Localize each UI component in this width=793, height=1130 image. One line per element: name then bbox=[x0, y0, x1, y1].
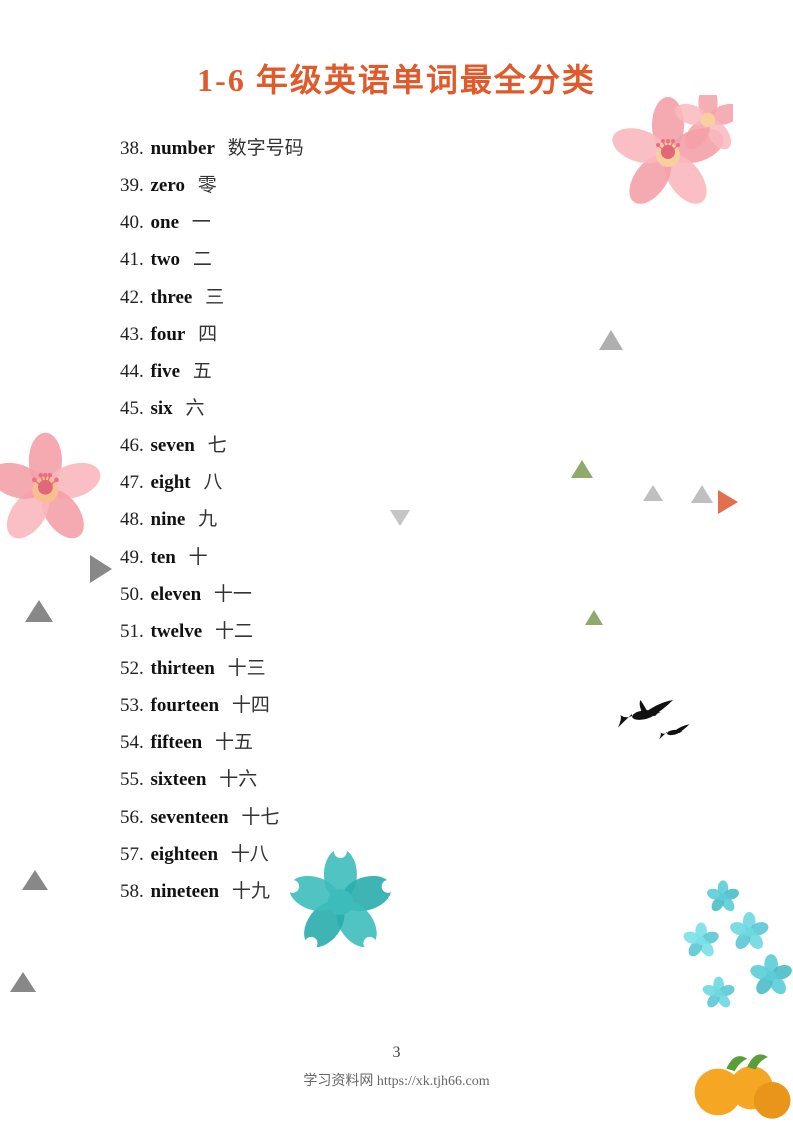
word-english: number bbox=[146, 138, 215, 159]
word-number: 40. bbox=[120, 212, 144, 233]
word-chinese: 六 bbox=[181, 398, 205, 419]
fruits-decoration bbox=[693, 1042, 793, 1122]
word-chinese: 九 bbox=[193, 509, 217, 530]
word-english: eight bbox=[146, 472, 191, 493]
decorative-triangle-dark-3 bbox=[10, 972, 36, 992]
decorative-triangle-orange bbox=[718, 490, 738, 514]
word-list: 38. number 数字号码 39. zero 零 40. one 一 41. tw… bbox=[120, 131, 793, 909]
word-chinese: 十六 bbox=[214, 769, 257, 790]
word-chinese: 十二 bbox=[210, 621, 253, 642]
word-english: two bbox=[146, 249, 180, 270]
word-english: ten bbox=[146, 547, 176, 568]
word-number: 39. bbox=[120, 175, 144, 196]
word-number: 57. bbox=[120, 844, 144, 865]
list-item: 43. four 四 bbox=[120, 317, 793, 352]
bird-decoration bbox=[603, 700, 693, 755]
list-item: 45. six 六 bbox=[120, 391, 793, 426]
list-item: 46. seven 七 bbox=[120, 428, 793, 463]
word-number: 56. bbox=[120, 807, 144, 828]
word-chinese: 五 bbox=[188, 361, 212, 382]
word-chinese: 零 bbox=[193, 175, 217, 196]
word-number: 46. bbox=[120, 435, 144, 456]
word-number: 58. bbox=[120, 881, 144, 902]
word-chinese: 三 bbox=[200, 287, 224, 308]
word-english: three bbox=[146, 287, 193, 308]
word-chinese: 十九 bbox=[227, 881, 270, 902]
word-chinese: 七 bbox=[203, 435, 227, 456]
word-chinese: 四 bbox=[193, 324, 217, 345]
word-chinese: 二 bbox=[188, 249, 212, 270]
word-number: 43. bbox=[120, 324, 144, 345]
word-english: thirteen bbox=[146, 658, 215, 679]
word-chinese: 八 bbox=[199, 472, 223, 493]
list-item: 41. two 二 bbox=[120, 242, 793, 277]
word-english: six bbox=[146, 398, 173, 419]
word-english: nine bbox=[146, 509, 186, 530]
word-number: 38. bbox=[120, 138, 144, 159]
word-english: twelve bbox=[146, 621, 202, 642]
word-number: 44. bbox=[120, 361, 144, 382]
word-number: 49. bbox=[120, 547, 144, 568]
word-chinese: 十八 bbox=[226, 844, 269, 865]
word-english: fifteen bbox=[146, 732, 202, 753]
word-english: five bbox=[146, 361, 180, 382]
page: 1-6 年级英语单词最全分类 38. number 数字号码39. zero 零… bbox=[0, 0, 793, 1122]
list-item: 52. thirteen 十三 bbox=[120, 651, 793, 686]
word-english: four bbox=[146, 324, 186, 345]
word-number: 55. bbox=[120, 769, 144, 790]
word-number: 42. bbox=[120, 287, 144, 308]
word-chinese: 数字号码 bbox=[223, 138, 304, 159]
decorative-triangle-green-1 bbox=[571, 460, 593, 478]
decorative-triangle-2 bbox=[643, 485, 663, 501]
decorative-triangle-dark-1 bbox=[25, 600, 53, 622]
word-english: seven bbox=[146, 435, 195, 456]
list-item: 48. nine 九 bbox=[120, 502, 793, 537]
list-item: 42. three 三 bbox=[120, 280, 793, 315]
decorative-triangle-5 bbox=[90, 555, 112, 583]
word-chinese: 一 bbox=[187, 212, 211, 233]
word-number: 54. bbox=[120, 732, 144, 753]
list-item: 49. ten 十 bbox=[120, 540, 793, 575]
footer-text: 学习资料网 https://xk.tjh66.com bbox=[303, 1070, 489, 1090]
word-english: zero bbox=[146, 175, 185, 196]
word-number: 52. bbox=[120, 658, 144, 679]
decorative-triangle-3 bbox=[691, 485, 713, 503]
list-item: 55. sixteen 十六 bbox=[120, 762, 793, 797]
word-english: fourteen bbox=[146, 695, 219, 716]
flower-left bbox=[0, 430, 110, 545]
decorative-triangle-dark-2 bbox=[22, 870, 48, 890]
word-english: seventeen bbox=[146, 807, 229, 828]
word-english: eleven bbox=[146, 584, 201, 605]
word-chinese: 十四 bbox=[227, 695, 270, 716]
page-number: 3 bbox=[393, 1044, 401, 1062]
word-english: nineteen bbox=[146, 881, 219, 902]
word-chinese: 十七 bbox=[237, 807, 280, 828]
word-english: one bbox=[146, 212, 179, 233]
list-item: 50. eleven 十一 bbox=[120, 577, 793, 612]
word-number: 41. bbox=[120, 249, 144, 270]
word-english: sixteen bbox=[146, 769, 207, 790]
list-item: 51. twelve 十二 bbox=[120, 614, 793, 649]
decorative-triangle-green-2 bbox=[585, 610, 603, 625]
word-chinese: 十三 bbox=[223, 658, 266, 679]
word-chinese: 十 bbox=[184, 547, 208, 568]
word-number: 53. bbox=[120, 695, 144, 716]
decorative-triangle-4 bbox=[390, 510, 410, 526]
decorative-triangle-1 bbox=[599, 330, 623, 350]
word-number: 45. bbox=[120, 398, 144, 419]
word-number: 51. bbox=[120, 621, 144, 642]
word-number: 50. bbox=[120, 584, 144, 605]
word-english: eighteen bbox=[146, 844, 218, 865]
word-number: 48. bbox=[120, 509, 144, 530]
flowers-blue-right bbox=[653, 862, 793, 1042]
word-chinese: 十五 bbox=[210, 732, 253, 753]
flower-teal bbox=[290, 847, 400, 952]
flower-top-right bbox=[603, 95, 733, 215]
list-item: 44. five 五 bbox=[120, 354, 793, 389]
list-item: 56. seventeen 十七 bbox=[120, 800, 793, 835]
word-chinese: 十一 bbox=[209, 584, 252, 605]
word-number: 47. bbox=[120, 472, 144, 493]
